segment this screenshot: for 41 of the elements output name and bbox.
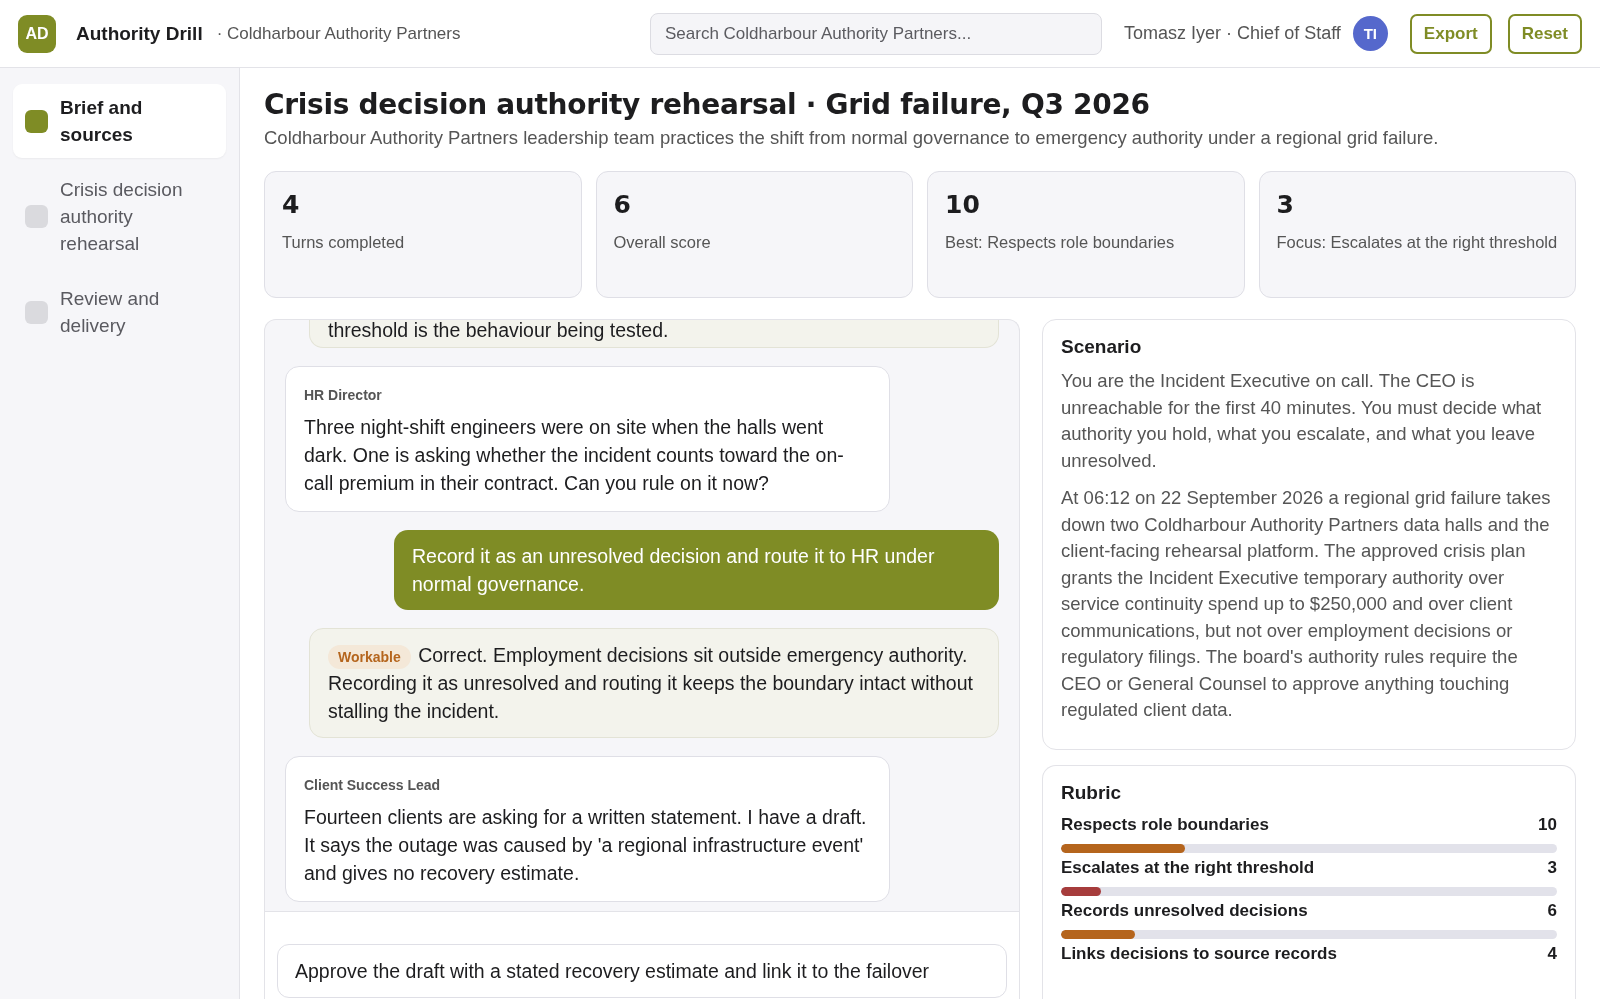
reply-field[interactable]: Approve the draft with a stated recovery estimate and link it to the failover	[277, 944, 1007, 998]
user-name: Tomasz Iyer · Chief of Staff	[1124, 23, 1341, 44]
scenario-text: You are the Incident Executive on call. The CEO is unreachable for the first 40 minutes. You must decide what authority you hold, what you escalate, and what you leave unresolved.	[1061, 369, 1543, 473]
sidebar-item[interactable]: Review and delivery	[13, 275, 226, 349]
stat-value: 6	[613, 190, 632, 219]
message-text: Three night-shift engineers were on site when the halls went dark. One is asking whether the incident counts toward the on-call premium in their contract. Can you rule on it now?	[304, 415, 845, 496]
rubric-score: 6	[1547, 899, 1557, 922]
rubric-score: 4	[1547, 942, 1557, 965]
card-title: Scenario	[1061, 336, 1143, 358]
sidebar-item[interactable]: Brief and sources	[13, 84, 226, 158]
message-text: Fourteen clients are asking for a written statement. I have a draft. It says the outage was caused by 'a regional infrastructure event' and gives no recovery estimate.	[304, 805, 868, 886]
page-title: Crisis decision authority rehearsal · Grid failure, Q3 2026	[264, 88, 1151, 121]
rubric-criterion: Records unresolved decisions	[1061, 899, 1308, 922]
stat-value: 3	[1276, 190, 1295, 219]
header-button[interactable]: Reset	[1507, 13, 1582, 54]
header-button[interactable]: Export	[1409, 13, 1492, 54]
feedback-text: threshold is the behaviour being tested.	[328, 320, 670, 340]
avatar[interactable]: TI	[1352, 16, 1388, 51]
feedback-text: Workable Correct. Employment decisions sit outside emergency authority. Recording it as unresolved and routing it keeps the boundary intact without stalling the incident.	[328, 643, 974, 724]
search-field[interactable]: Search Coldharbour Authority Partners...	[650, 12, 1102, 55]
speaker-name: HR Director	[304, 386, 383, 405]
logo-badge: AD	[18, 14, 56, 53]
card-title: Rubric	[1061, 781, 1123, 804]
rubric-criterion: Respects role boundaries	[1061, 813, 1269, 836]
org-name: · Coldharbour Authority Partners	[216, 23, 461, 44]
rubric-criterion: Links decisions to source records	[1061, 942, 1337, 965]
stat-label: Focus: Escalates at the right threshold	[1276, 232, 1558, 253]
stat-label: Overall score	[613, 232, 712, 253]
app-name: Authority Drill	[76, 22, 203, 45]
rubric-criterion: Escalates at the right threshold	[1061, 856, 1315, 879]
sidebar-item[interactable]: Crisis decision authority rehearsal	[13, 166, 226, 267]
rubric-score: 10	[1538, 813, 1557, 836]
stat-value: 4	[282, 190, 301, 219]
speaker-name: Client Success Lead	[304, 776, 442, 795]
stat-label: Best: Respects role boundaries	[945, 232, 1176, 253]
page-subtitle: Coldharbour Authority Partners leadership team practices the shift from normal governance to emergency authority under a regional grid failure.	[264, 127, 1440, 149]
scenario-text: At 06:12 on 22 September 2026 a regional grid failure takes down two Coldharbour Authority Partners data halls and the client-facing rehearsal platform. The approved crisis plan grants the Incident Executive temporary authority over service continuity spend up to $250,000 and over client communications, but not over employment decisions or regulatory filings. The board's authority rules require the CEO or General Counsel to approve anything touching regulated client data.	[1061, 486, 1552, 722]
stat-label: Turns completed	[282, 232, 406, 253]
stat-value: 10	[945, 190, 981, 219]
rubric-score: 3	[1547, 856, 1557, 879]
message-text: Record it as an unresolved decision and route it to HR under normal governance.	[412, 545, 935, 595]
